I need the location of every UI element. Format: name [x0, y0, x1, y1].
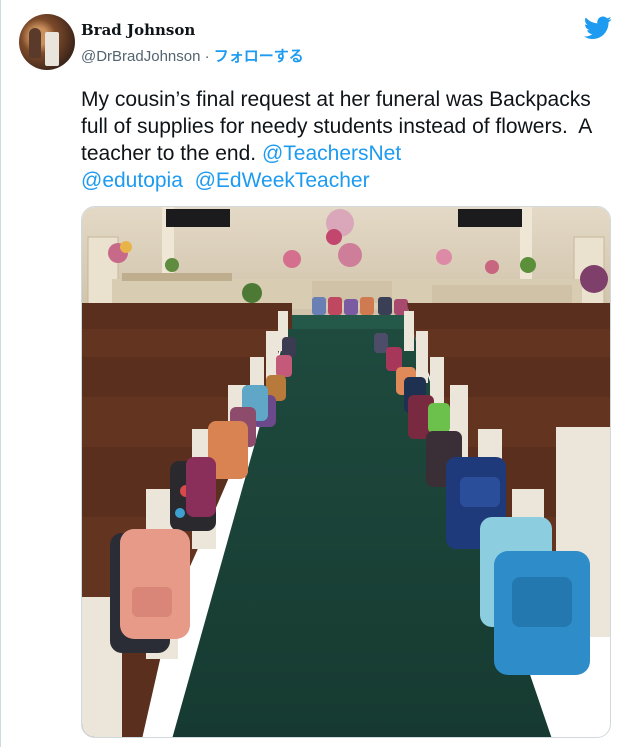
- funeral-aisle-backpacks-image: [82, 207, 610, 737]
- tweet-photo[interactable]: [81, 206, 611, 738]
- author-name[interactable]: Brad Johnson: [81, 21, 195, 39]
- tweet-header: Brad Johnson @DrBradJohnson · フォローする: [19, 14, 612, 70]
- mention-spacer: [183, 169, 195, 192]
- tweet-card: Brad Johnson @DrBradJohnson · フォローする My …: [0, 0, 626, 747]
- avatar-podium: [45, 32, 59, 66]
- avatar[interactable]: [19, 14, 75, 70]
- mention-link-teachersnet[interactable]: @TeachersNet: [262, 142, 401, 165]
- mention-link-edutopia[interactable]: @edutopia: [81, 169, 183, 192]
- tweet-text: My cousin’s final request at her funeral…: [81, 86, 621, 194]
- handle-separator: ·: [200, 48, 214, 65]
- follow-button[interactable]: フォローする: [214, 48, 304, 65]
- mention-link-edweekteacher[interactable]: @EdWeekTeacher: [195, 169, 370, 192]
- avatar-figure: [29, 28, 41, 58]
- twitter-bird-icon[interactable]: [584, 16, 612, 40]
- author-handle-row: @DrBradJohnson · フォローする: [81, 45, 304, 66]
- author-handle[interactable]: @DrBradJohnson: [81, 48, 200, 65]
